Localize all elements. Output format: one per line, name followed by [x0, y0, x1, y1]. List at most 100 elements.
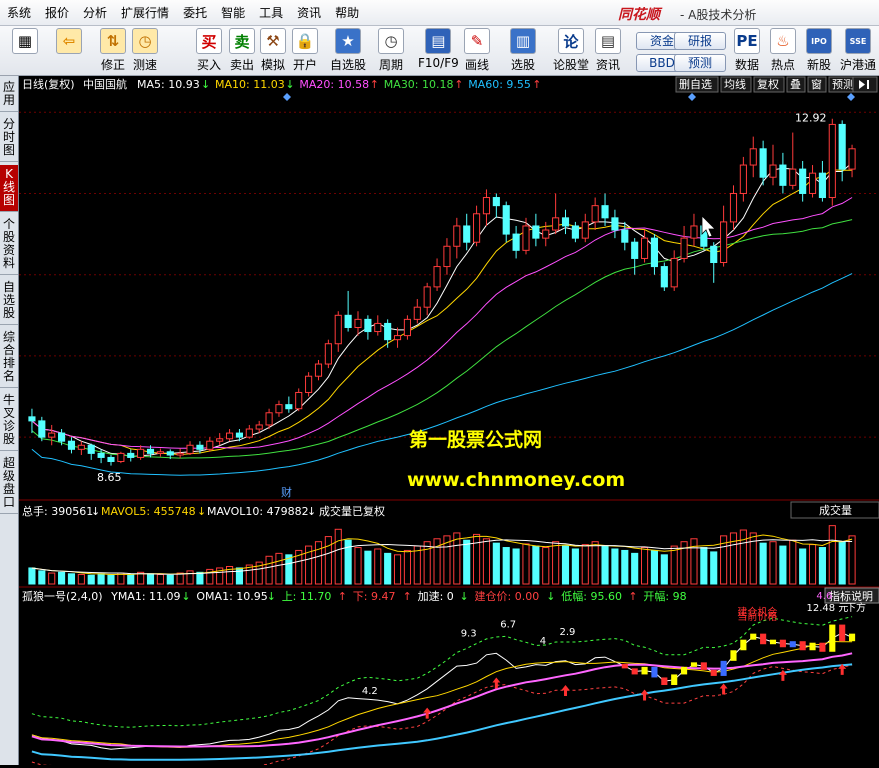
forum-icon: 论 [558, 28, 584, 54]
indicator-annotation-1: 9.3 [461, 629, 477, 640]
candle-body [245, 428, 253, 438]
candle-body [502, 205, 510, 235]
toolbar-button-grid[interactable]: ▦ [12, 28, 38, 74]
menu-item-4[interactable]: 委托 [176, 0, 214, 26]
menu-item-3[interactable]: 扩展行情 [114, 0, 176, 26]
main-header: 日线(复权) 中国国航 MA5: 10.93 ↓ MA10: 11.03 ↓ MA20:… [22, 76, 878, 93]
toolbar-button-chart[interactable]: ▥ 选股 [510, 28, 536, 74]
sidebar: 应用分时图 K线图个股资料自选股综合排名牛叉诊股超级盘口 [0, 76, 19, 765]
menu-item-1[interactable]: 报价 [38, 0, 76, 26]
candle [38, 416, 46, 442]
toolbar-button-pencil[interactable]: ✎ 画线 [464, 28, 490, 74]
menu-item-7[interactable]: 资讯 [290, 0, 328, 26]
indicator-yma-arrow: ↓ [181, 590, 190, 603]
volume-bar [235, 567, 244, 585]
volume-bar [265, 555, 273, 585]
header-button-label: 均线 [724, 77, 746, 91]
indicator-annotation-5: 4.6 [816, 591, 832, 602]
sidebar-tab-7[interactable]: 超级盘口 [0, 454, 18, 514]
chart-icon: ▥ [510, 28, 536, 54]
sidebar-tab-1[interactable]: 分时图 [0, 115, 18, 162]
indicator-up-arrow: ↑ [338, 590, 347, 603]
volume-bar [403, 549, 411, 585]
signal-block [769, 639, 777, 645]
toolbar-button-back-arrow[interactable]: ⇦ [56, 28, 82, 74]
header-button-label: 删自选 [679, 78, 712, 91]
candle-body [611, 217, 619, 231]
indicator-cost-arrow: ↓ [546, 590, 555, 603]
pill-button-3[interactable]: 预测 [674, 54, 726, 72]
menu-item-0[interactable]: 系统 [0, 0, 38, 26]
menu-item-8[interactable]: 帮助 [328, 0, 366, 26]
toolbar-button-sell[interactable]: 卖卖出 [229, 28, 255, 74]
grid-icon: ▦ [12, 28, 38, 54]
menu-item-6[interactable]: 工具 [252, 0, 290, 26]
sidebar-tab-5[interactable]: 综合排名 [0, 328, 18, 388]
toolbar-button-clock[interactable]: ◷ 测速 [132, 28, 158, 74]
volume-bar [413, 545, 421, 585]
signal-block [839, 624, 846, 642]
candle-body [769, 164, 777, 178]
signal-block [671, 674, 678, 685]
toolbar-button-forum[interactable]: 论论股堂 [553, 28, 589, 74]
candle-body [58, 432, 66, 442]
toolbar-button-hammer[interactable]: ⚒ 模拟 [260, 28, 286, 74]
ma-label-0: MA5: 10.93 [137, 78, 200, 91]
candle-body [433, 266, 441, 288]
sidebar-tab-6[interactable]: 牛叉诊股 [0, 391, 18, 451]
candle-body [97, 452, 105, 458]
volume-bar [848, 535, 856, 585]
candle-body [799, 168, 807, 194]
volume-bar [690, 538, 698, 585]
event-marker[interactable]: 财 [281, 485, 292, 499]
candle-body [216, 438, 224, 442]
volume-bar [473, 533, 481, 585]
sidebar-tab-4[interactable]: 自选股 [0, 278, 18, 325]
volume-bar [364, 550, 372, 585]
star-folder-icon: ★ [335, 28, 361, 54]
candle-body [275, 404, 283, 414]
sidebar-tab-0[interactable]: 应用 [0, 78, 18, 112]
toolbar-button-hk[interactable]: SSE 沪港通 [840, 28, 876, 74]
menu-item-5[interactable]: 智能 [214, 0, 252, 26]
toolbar-button-ipo[interactable]: IPO 新股 [806, 28, 832, 74]
candle-body [552, 217, 560, 231]
signal-block [730, 650, 737, 661]
toolbar-button-pe[interactable]: PE 数据 [734, 28, 760, 74]
toolbar-button-lock[interactable]: 🔒 开户 [292, 28, 318, 74]
candle-body [680, 237, 688, 259]
toolbar-button-hot[interactable]: ♨ 热点 [770, 28, 796, 74]
back-arrow-icon: ⇦ [56, 28, 82, 54]
signal-block [641, 666, 648, 675]
candle-body [117, 452, 125, 463]
indicator-annotation-6: 12.48 元 [807, 603, 849, 614]
volume-bar [799, 548, 807, 585]
candle-body [324, 343, 332, 365]
signal-block [848, 633, 856, 642]
ma-arrow-3: ↑ [454, 78, 463, 91]
window-subtitle: - A股技术分析 [680, 8, 757, 22]
candle-body [739, 164, 747, 194]
candle-body [621, 229, 629, 243]
kline-chart[interactable]: 日线(复权) 中国国航 MA5: 10.93 ↓ MA10: 11.03 ↓ MA20:… [19, 76, 879, 768]
sidebar-tab-2[interactable]: K线图 [0, 165, 18, 212]
indicator-yma: YMA1: 11.09 [110, 590, 180, 603]
toolbar-button-document[interactable]: ▤ 资讯 [595, 28, 621, 74]
sidebar-tab-3[interactable]: 个股资料 [0, 215, 18, 275]
candle-body [789, 168, 797, 186]
volume-bar [28, 567, 36, 585]
toolbar-button-report[interactable]: ▤ F10/F9 [418, 28, 459, 74]
toolbar-button-clock[interactable]: ◷ 周期 [378, 28, 404, 74]
toolbar-button-up-down-arrows[interactable]: ⇅ 修正 [100, 28, 126, 74]
candle-body [640, 237, 649, 259]
candle-body [196, 444, 204, 450]
menu-item-2[interactable]: 分析 [76, 0, 114, 26]
signal-block [661, 677, 668, 685]
candle-body [354, 318, 362, 328]
hk-icon: SSE [845, 28, 871, 54]
pill-button-2[interactable]: 研报 [674, 32, 726, 50]
toolbar-button-buy[interactable]: 买买入 [196, 28, 222, 74]
volume-bar [384, 552, 392, 585]
toolbar-label: 画线 [464, 58, 489, 72]
toolbar-button-star-folder[interactable]: ★ 自选股 [330, 28, 366, 74]
